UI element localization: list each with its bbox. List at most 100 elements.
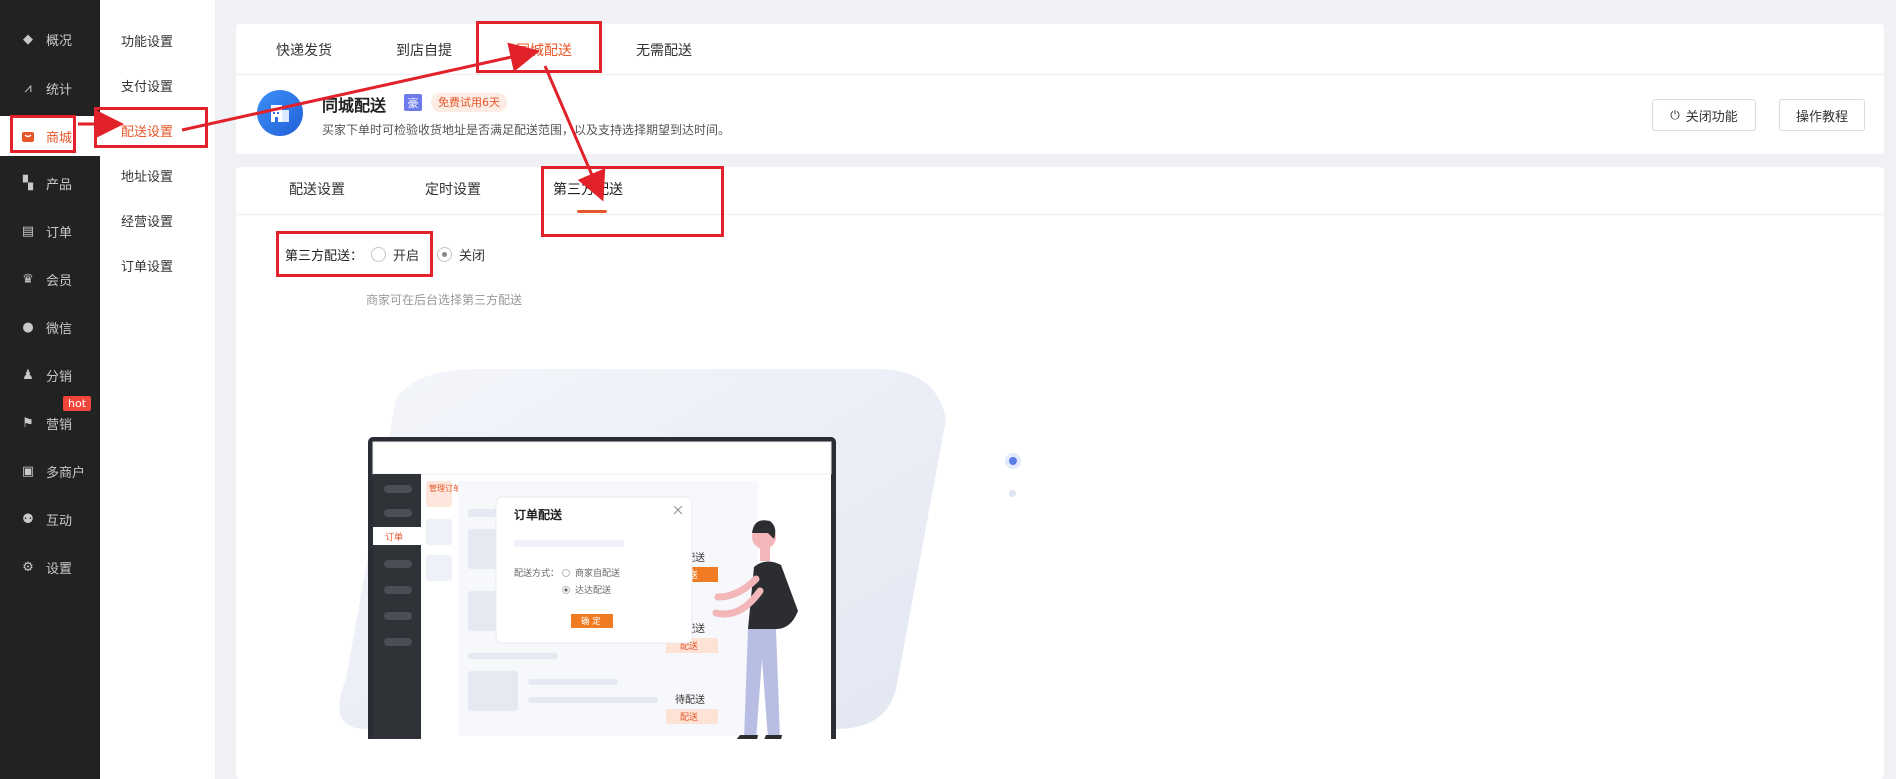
tab-local-delivery[interactable]: 同城配送 [516,40,572,60]
screen-sidebar-pill [384,638,412,646]
screen-card [426,519,452,545]
store-icon: ▣ [21,463,35,479]
carousel-dot-active[interactable] [1005,453,1021,469]
wechat-icon: ● [22,319,34,335]
premium-badge: 豪 [404,94,422,111]
tab-third-party-delivery[interactable]: 第三方配送 [553,179,623,199]
shop-icon [20,129,36,143]
radio-disable[interactable]: 关闭 [437,245,485,264]
sidebar-item-interaction[interactable]: ⚉ 互动 [0,499,100,539]
tab-no-delivery[interactable]: 无需配送 [636,40,692,60]
flag-icon: ⚑ [22,415,34,431]
screen-row [528,679,618,685]
dialog-method-opt1: 商家自配送 [575,567,620,579]
third-party-illustration: 订单 管理订单 待配送 配送 待配送 配送 待配送 配送 订单配送 配送方式 [339,369,946,739]
screen-sidebar-pill [384,612,412,620]
sidebar-item-label: 统计 [46,82,73,98]
ship-badge-3-text: 配送 [680,711,698,723]
delivery-header-card: 快递发货 到店自提 同城配送 无需配送 同城配送 豪 免费试用6天 买家下单时可… [236,24,1884,154]
dialog-method-label: 配送方式： [514,567,559,579]
submenu-item-delivery[interactable]: 配送设置 [100,115,216,145]
submenu-item-order[interactable]: 订单设置 [100,250,216,280]
screen-sidebar-pill [384,485,412,493]
sidebar-item-label: 互动 [46,513,73,529]
submenu-item-business[interactable]: 经营设置 [100,205,216,235]
third-party-hint: 商家可在后台选择第三方配送 [366,293,523,307]
screen-row [468,671,518,711]
dialog-radio-1 [562,569,570,577]
sidebar-item-settings[interactable]: ⚙ 设置 [0,547,100,587]
feature-description: 买家下单时可检验收货地址是否满足配送范围，以及支持选择期望到达时间。 [322,123,731,137]
submenu-item-address[interactable]: 地址设置 [100,160,216,190]
layers-icon: ◆ [23,31,33,47]
screen-manage-tag-text: 管理订单 [429,483,461,493]
trial-badge: 免费试用6天 [431,93,507,112]
hot-badge: hot [63,396,92,411]
dialog-row [514,540,624,547]
tab-pickup[interactable]: 到店自提 [396,40,452,60]
sidebar-item-label: 订单 [46,225,73,241]
power-icon: ⏻ [1670,107,1680,122]
building-icon [257,90,303,136]
users-icon: ♟ [22,367,34,383]
screen-side-order: 订单 [385,531,403,543]
sidebar-item-products[interactable]: ▚ 产品 [0,163,100,203]
submenu-item-function[interactable]: 功能设置 [100,25,216,55]
people-icon: ⚉ [22,511,34,527]
sidebar-item-shop[interactable]: 商城 [0,116,100,156]
sidebar-item-label: 设置 [46,561,73,577]
dialog-radio-2-dot [564,588,568,592]
main-sidebar: ◆ 概况 ⩘ 统计 商城 ▚ 产品 ▤ 订单 ♛ 会员 ● 微信 ♟ 分销 ⚑ … [0,0,100,779]
sidebar-item-label: 概况 [46,33,73,49]
tutorial-button[interactable]: 操作教程 [1779,99,1865,131]
delivery-tabs: 快递发货 到店自提 同城配送 无需配送 [236,24,1884,75]
pending-label-3: 待配送 [675,693,705,706]
sidebar-item-label: 分销 [46,369,73,385]
chart-icon: ⩘ [24,80,32,96]
submenu-item-payment[interactable]: 支付设置 [100,70,216,100]
radio-disable-label: 关闭 [459,249,486,264]
third-party-option-row: 第三方配送： 开启 关闭 [285,245,503,264]
sidebar-item-overview[interactable]: ◆ 概况 [0,19,100,59]
third-party-label: 第三方配送： [285,249,364,264]
radio-enable-label: 开启 [393,249,420,264]
sidebar-item-multi-merchant[interactable]: ▣ 多商户 [0,451,100,491]
sidebar-item-orders[interactable]: ▤ 订单 [0,211,100,251]
dialog-confirm-text: 确 定 [581,616,601,627]
screen-row [468,653,558,659]
sidebar-item-wechat[interactable]: ● 微信 [0,307,100,347]
grid-icon: ▚ [23,175,33,191]
dialog-title: 订单配送 [514,507,563,522]
tab-delivery-settings[interactable]: 配送设置 [289,179,345,199]
radio-disable-circle[interactable] [437,247,453,262]
settings-submenu: 功能设置 支付设置 配送设置 地址设置 经营设置 订单设置 [100,0,216,779]
screen-row [528,697,658,703]
radio-enable-circle[interactable] [371,247,387,262]
screen-card [426,555,452,581]
sidebar-item-label: 多商户 [46,465,86,481]
sidebar-item-distribution[interactable]: ♟ 分销 [0,355,100,395]
sub-tabs: 配送设置 定时设置 第三方配送 [236,167,1884,215]
top-strip [216,0,1896,6]
sidebar-item-stats[interactable]: ⩘ 统计 [0,68,100,108]
active-tab-indicator [577,210,607,213]
clipboard-icon: ▤ [21,223,35,239]
sidebar-item-label: 营销 [46,417,73,433]
settings-content-card: 配送设置 定时设置 第三方配送 第三方配送： 开启 关闭 商家可在后台选择第三方… [236,167,1884,779]
carousel-dot[interactable] [1009,490,1016,497]
sidebar-item-label: 微信 [46,321,73,337]
sidebar-item-label: 会员 [46,273,73,289]
close-feature-label: 关闭功能 [1685,109,1738,125]
tab-express[interactable]: 快递发货 [276,40,332,60]
gear-icon: ⚙ [22,559,34,575]
screen-header [372,441,832,475]
sidebar-item-label: 产品 [46,177,73,193]
sidebar-item-label: 商城 [46,130,73,146]
close-feature-button[interactable]: ⏻ 关闭功能 [1652,99,1756,131]
screen-sidebar-pill [384,560,412,568]
screen-sidebar-pill [384,509,412,517]
dialog-method-opt2: 达达配送 [575,584,611,596]
sidebar-item-members[interactable]: ♛ 会员 [0,259,100,299]
radio-enable[interactable]: 开启 [371,245,419,264]
tab-schedule-settings[interactable]: 定时设置 [425,179,481,199]
